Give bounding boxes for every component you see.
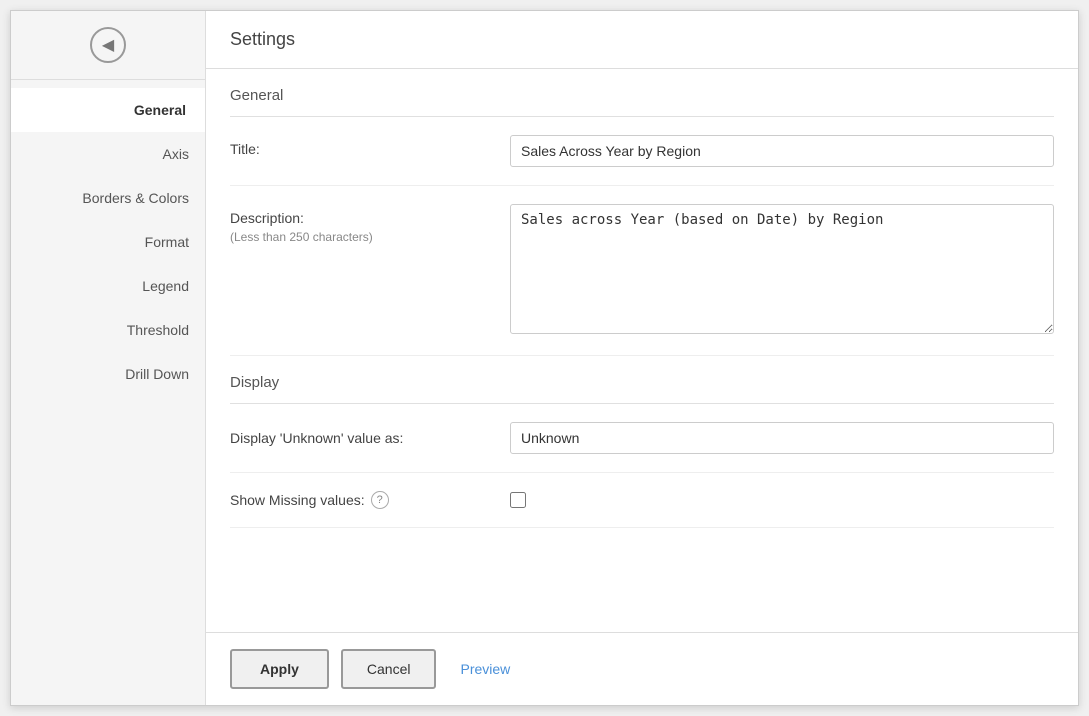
- sidebar-item-legend[interactable]: Legend: [11, 264, 205, 308]
- unknown-value-label: Display 'Unknown' value as:: [230, 430, 510, 446]
- description-row: Description: (Less than 250 characters): [230, 186, 1054, 356]
- sidebar-item-format[interactable]: Format: [11, 220, 205, 264]
- page-title: Settings: [206, 11, 1078, 69]
- display-section-title: Display: [230, 356, 1054, 404]
- sidebar-nav: General Axis Borders & Colors Format Leg…: [11, 80, 205, 396]
- description-field: [510, 204, 1054, 337]
- back-circle-icon[interactable]: ◀: [90, 27, 126, 63]
- cancel-button[interactable]: Cancel: [341, 649, 437, 689]
- footer: Apply Cancel Preview: [206, 632, 1078, 705]
- description-label: Description: (Less than 250 characters): [230, 204, 510, 244]
- title-label: Title:: [230, 135, 510, 157]
- unknown-value-field: [510, 422, 1054, 454]
- title-input[interactable]: [510, 135, 1054, 167]
- title-field: [510, 135, 1054, 167]
- general-section-title: General: [230, 69, 1054, 117]
- sidebar-item-general[interactable]: General: [11, 88, 205, 132]
- title-row: Title:: [230, 117, 1054, 186]
- show-missing-checkbox[interactable]: [510, 492, 526, 508]
- unknown-value-row: Display 'Unknown' value as:: [230, 404, 1054, 473]
- preview-button[interactable]: Preview: [448, 651, 522, 687]
- main-body: General Title: Description: (Less than 2…: [206, 69, 1078, 632]
- sidebar: ◀ General Axis Borders & Colors Format L…: [11, 11, 206, 705]
- unknown-value-input[interactable]: [510, 422, 1054, 454]
- description-textarea[interactable]: [510, 204, 1054, 334]
- apply-button[interactable]: Apply: [230, 649, 329, 689]
- sidebar-item-threshold[interactable]: Threshold: [11, 308, 205, 352]
- app-container: ◀ General Axis Borders & Colors Format L…: [10, 10, 1079, 706]
- main-content: Settings General Title: Description: (Le…: [206, 11, 1078, 705]
- sidebar-item-axis[interactable]: Axis: [11, 132, 205, 176]
- chevron-left-icon: ◀: [102, 35, 114, 55]
- back-button[interactable]: ◀: [11, 11, 205, 80]
- sidebar-item-borders-colors[interactable]: Borders & Colors: [11, 176, 205, 220]
- sidebar-item-drill-down[interactable]: Drill Down: [11, 352, 205, 396]
- show-missing-label: Show Missing values: ?: [230, 491, 510, 509]
- help-icon[interactable]: ?: [371, 491, 389, 509]
- show-missing-value: [510, 492, 1054, 508]
- show-missing-row: Show Missing values: ?: [230, 473, 1054, 528]
